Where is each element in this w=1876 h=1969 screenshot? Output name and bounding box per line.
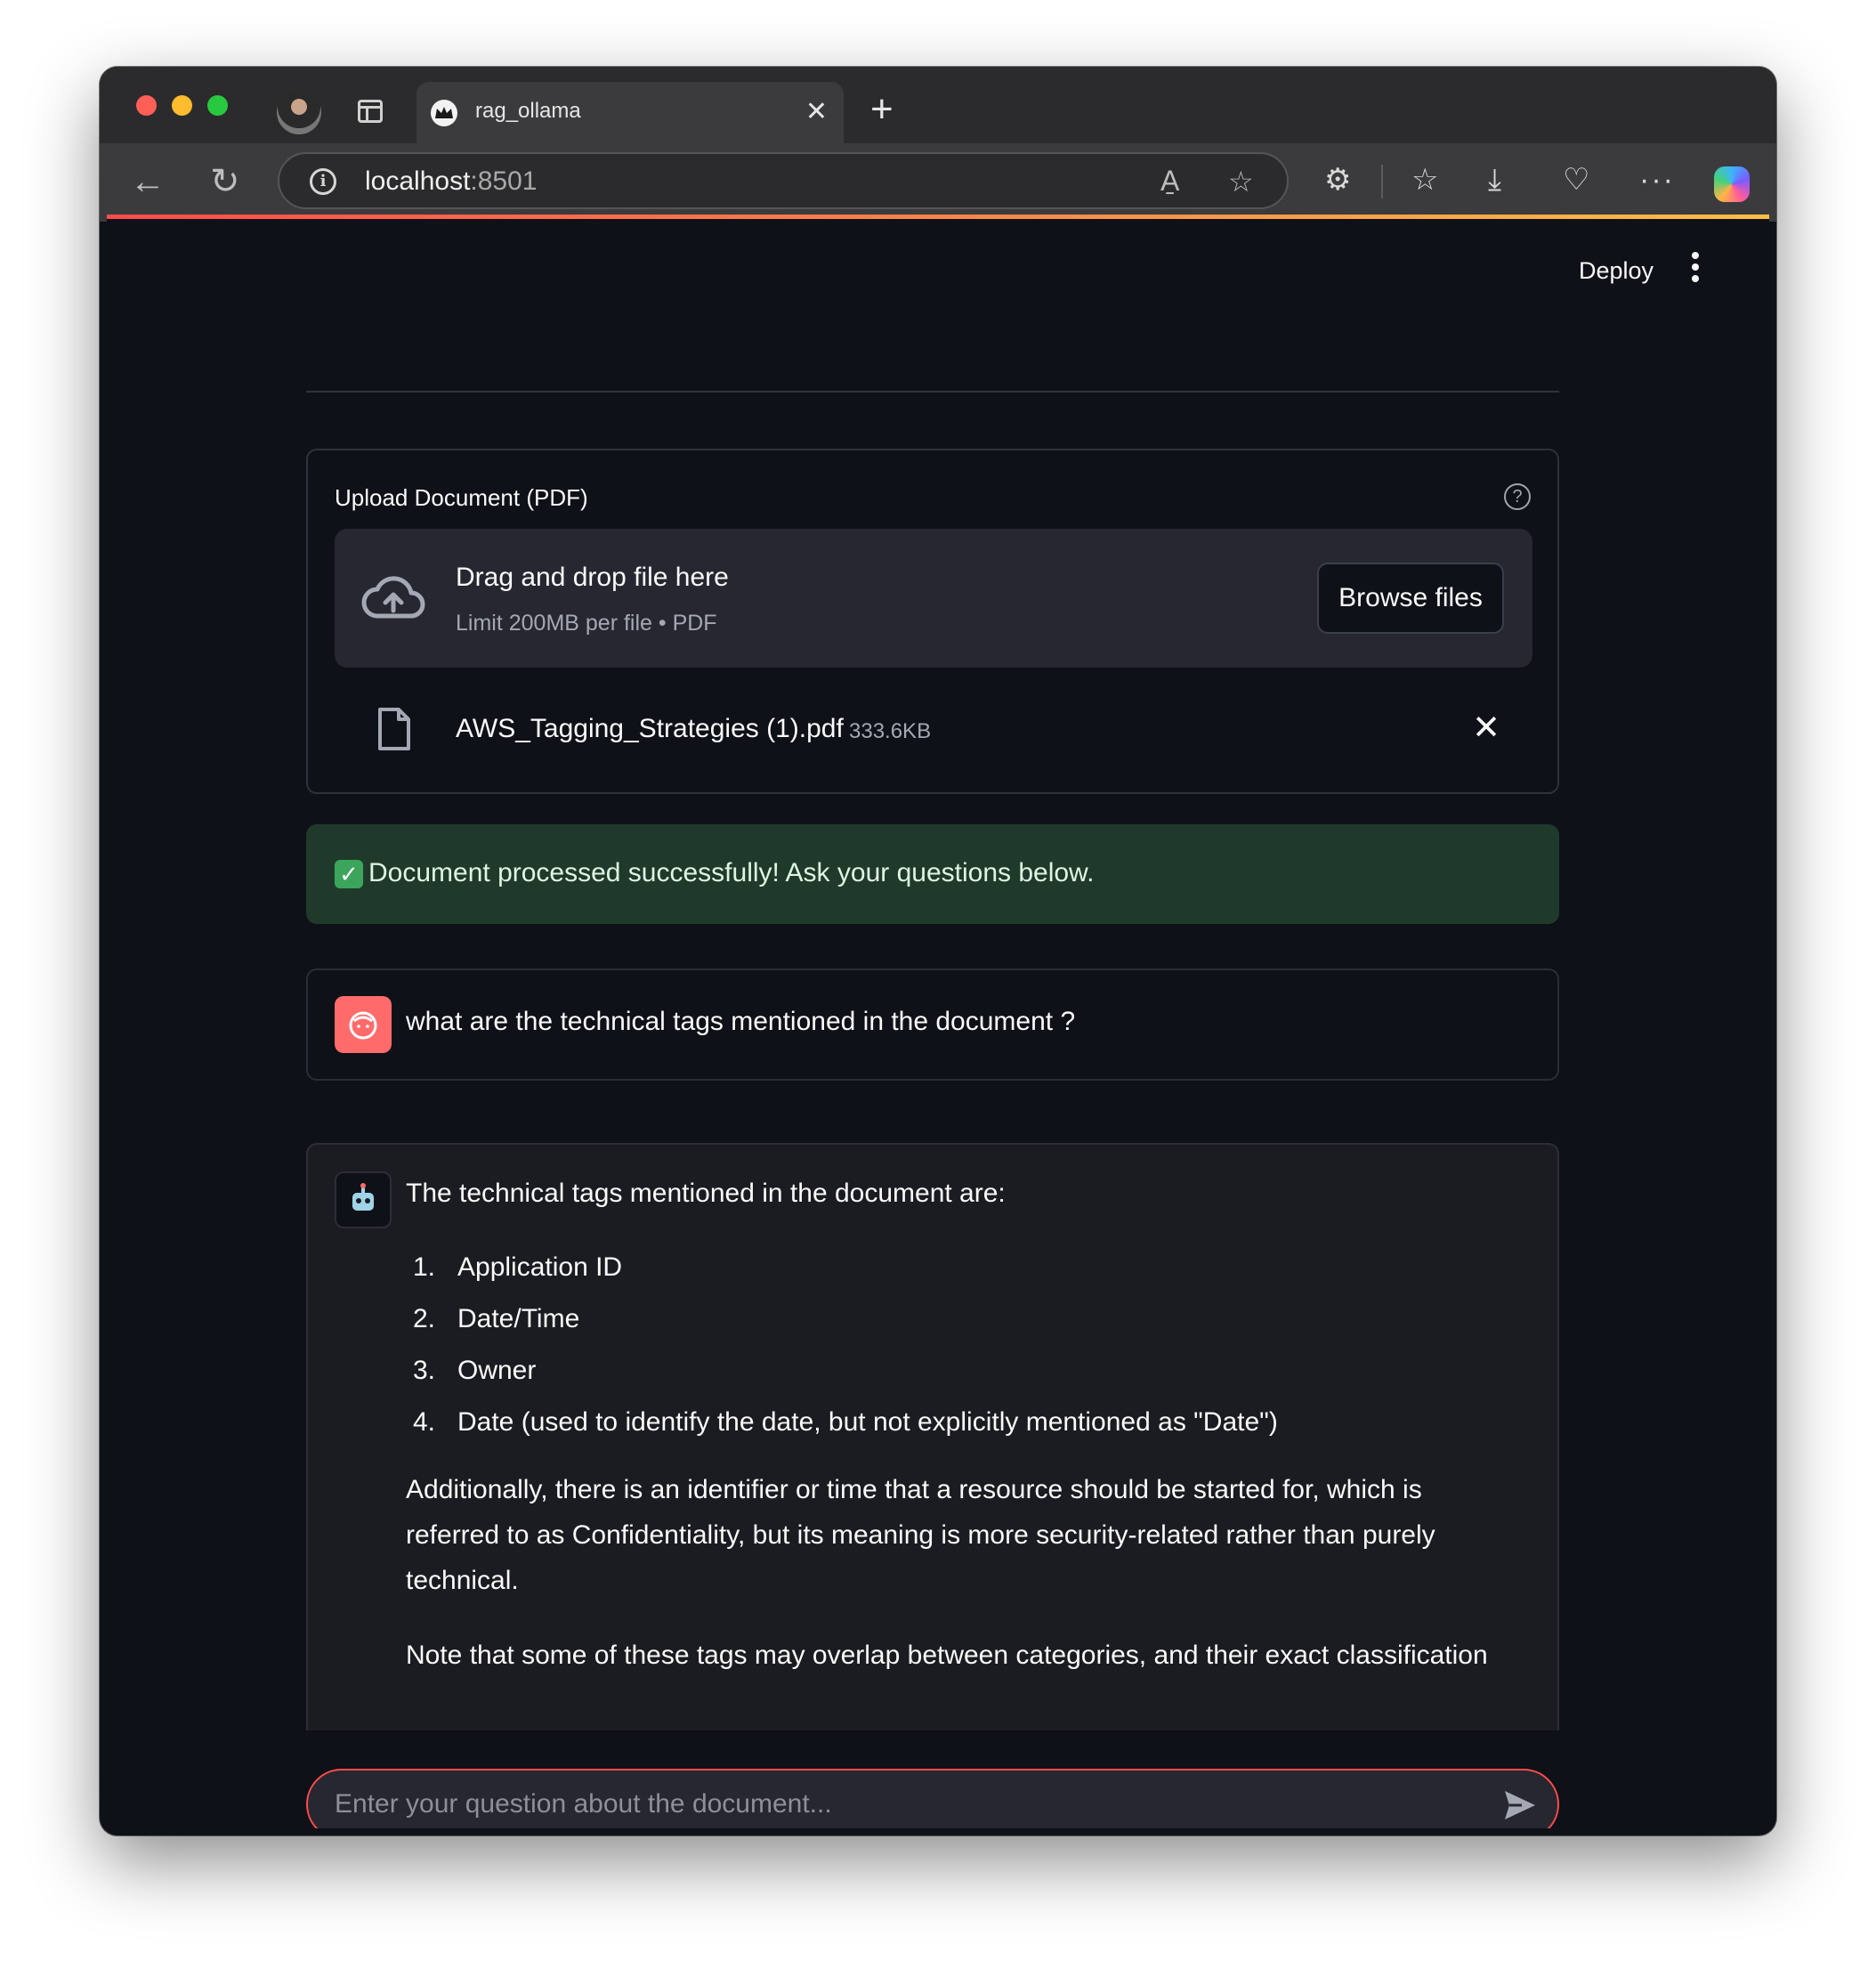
extensions-icon[interactable]: ⚙ [1324,158,1351,202]
downloads-icon[interactable]: ⤓ [1488,158,1501,202]
app-decoration-bar [107,215,1769,219]
browser-essentials-icon[interactable]: ♡ [1563,158,1589,202]
file-uploader: Upload Document (PDF) ? Drag and drop fi… [306,449,1559,794]
assistant-intro: The technical tags mentioned in the docu… [406,1179,1006,1208]
site-info-icon[interactable]: i [310,168,336,195]
file-icon [378,708,410,750]
list-item: 1. Application ID [413,1252,623,1282]
file-size: 333.6KB [849,719,932,743]
dropzone-title: Drag and drop file here [456,563,729,592]
minimize-window-button[interactable] [172,95,192,116]
close-tab-icon[interactable]: ✕ [805,96,828,128]
remove-file-icon[interactable]: ✕ [1472,710,1500,746]
chat-input-box[interactable] [306,1769,1559,1828]
favorites-icon[interactable]: ☆ [1411,158,1438,202]
back-arrow-icon[interactable]: ← [130,159,166,204]
success-alert: ✓ Document processed successfully! Ask y… [306,824,1559,924]
read-aloud-icon[interactable]: A̱ [1160,165,1179,198]
list-item: 3. Owner [413,1356,537,1385]
assistant-tag-list: 1. Application ID 2. Date/Time 3. Owner 4. D… [406,1250,1278,1456]
chat-message-user: what are the technical tags mentioned in… [306,968,1559,1081]
copilot-icon[interactable] [1714,166,1750,202]
more-options-icon[interactable]: ··· [1639,158,1675,202]
address-bar[interactable]: i localhost:8501 A̱ ☆ [278,152,1289,209]
close-window-button[interactable] [136,95,157,116]
list-item: 4. Date (used to identify the date, but n… [413,1407,1278,1437]
browser-toolbar: ← ↻ i localhost:8501 A̱ ☆ ⚙ ☆ ⤓ ♡ ··· [100,143,1776,222]
uploader-label: Upload Document (PDF) [335,484,588,511]
user-avatar-icon [335,996,392,1053]
favorite-star-icon[interactable]: ☆ [1228,165,1254,199]
tab-actions-icon[interactable] [358,100,383,123]
browser-tab-active[interactable]: rag_ollama ✕ [416,82,844,143]
dropzone-subtitle: Limit 200MB per file • PDF [456,611,717,636]
chat-input-field[interactable] [335,1785,1447,1824]
profile-avatar[interactable] [277,90,321,134]
tab-title: rag_ollama [475,99,581,123]
browser-window: rag_ollama ✕ + ← ↻ i localhost:8501 A̱ ☆… [100,67,1776,1835]
maximize-window-button[interactable] [207,95,228,116]
assistant-paragraph: Note that some of these tags may overlap… [406,1641,1488,1670]
uploaded-file-row: AWS_Tagging_Strategies (1).pdf 333.6KB ✕ [335,691,1532,771]
main-menu-icon[interactable] [1691,252,1700,282]
streamlit-app: Deploy Upload Document (PDF) ? Drag and … [107,215,1769,1828]
address-url[interactable]: localhost:8501 [365,166,537,197]
robot-avatar-icon [335,1171,392,1228]
help-icon[interactable]: ? [1504,483,1531,510]
assistant-paragraph: Additionally, there is an identifier or … [406,1475,1435,1595]
chat-message-assistant: The technical tags mentioned in the docu… [306,1143,1559,1730]
new-tab-button[interactable]: + [870,90,894,129]
success-message: Document processed successfully! Ask you… [368,858,1095,887]
toolbar-divider [1381,165,1383,199]
file-name: AWS_Tagging_Strategies (1).pdf [456,714,844,743]
deploy-button[interactable]: Deploy [1579,257,1654,285]
cloud-upload-icon [361,576,425,619]
check-mark-icon: ✓ [335,860,363,888]
browser-titlebar: rag_ollama ✕ + [100,67,1776,143]
browse-files-button[interactable]: Browse files [1317,563,1504,634]
list-item: 2. Date/Time [413,1304,580,1333]
header-divider [306,391,1559,393]
reload-icon[interactable]: ↻ [210,159,240,204]
dropzone[interactable]: Drag and drop file here Limit 200MB per … [335,529,1532,668]
send-icon[interactable] [1502,1788,1538,1822]
user-message-text: what are the technical tags mentioned in… [406,1007,1076,1036]
streamlit-crown-icon [431,100,457,126]
